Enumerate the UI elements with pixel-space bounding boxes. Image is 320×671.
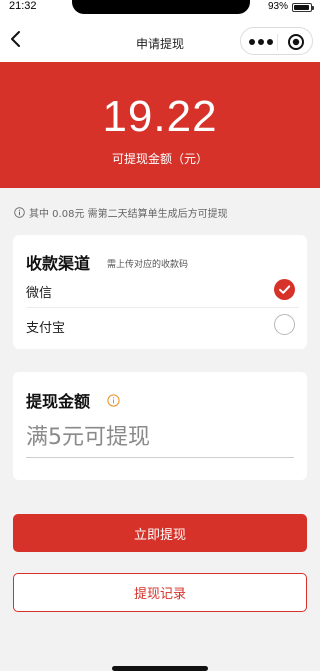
- payment-channel-card: 收款渠道 需上传对应的收款码 微信 支付宝: [13, 235, 307, 349]
- settlement-notice: 其中 0.08元 需第二天结算单生成后方可提现: [14, 205, 228, 220]
- home-indicator: [112, 666, 208, 671]
- channel-option-alipay[interactable]: 支付宝: [26, 309, 299, 343]
- channel-title: 收款渠道: [26, 254, 91, 273]
- radio-checked-icon[interactable]: [274, 279, 295, 300]
- withdraw-records-button[interactable]: 提现记录: [13, 573, 307, 612]
- camera-notch: [72, 0, 250, 14]
- mini-program-capsule: [240, 27, 313, 55]
- channel-option-wechat[interactable]: 微信: [26, 274, 299, 308]
- balance-banner: 19.22 可提现金额（元）: [0, 62, 320, 188]
- withdraw-now-button[interactable]: 立即提现: [13, 514, 307, 552]
- close-icon[interactable]: [287, 33, 305, 51]
- channel-option-label: 微信: [26, 286, 53, 301]
- battery-icon: [292, 3, 314, 12]
- info-icon[interactable]: [107, 392, 120, 407]
- info-icon: [14, 207, 25, 218]
- channel-hint: 需上传对应的收款码: [107, 260, 189, 270]
- withdrawable-amount-label: 可提现金额（元）: [111, 152, 208, 166]
- withdrawable-amount: 19.22: [102, 92, 218, 141]
- capsule-divider: [277, 34, 278, 50]
- withdraw-amount-card: 提现金额: [13, 372, 307, 480]
- amount-input[interactable]: [26, 418, 294, 458]
- nav-bar: 申请提现: [0, 16, 320, 62]
- radio-unchecked-icon[interactable]: [274, 314, 295, 335]
- channel-option-label: 支付宝: [26, 321, 66, 336]
- settlement-notice-text: 其中 0.08元 需第二天结算单生成后方可提现: [29, 209, 228, 220]
- status-bar: 21:32 93%: [0, 0, 320, 16]
- battery-percent: 93%: [268, 1, 289, 12]
- amount-title: 提现金额: [26, 392, 91, 411]
- status-time: 21:32: [9, 0, 37, 12]
- more-icon[interactable]: [248, 34, 274, 50]
- battery-fill: [294, 5, 309, 10]
